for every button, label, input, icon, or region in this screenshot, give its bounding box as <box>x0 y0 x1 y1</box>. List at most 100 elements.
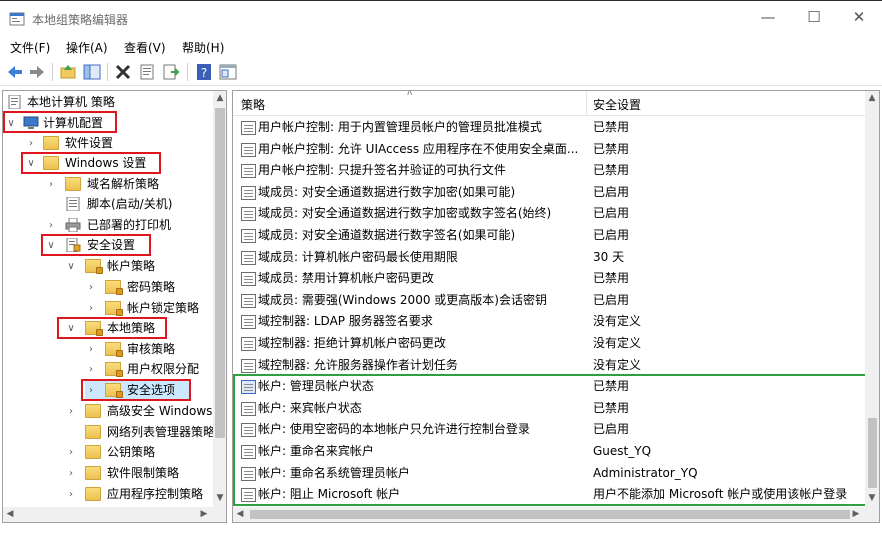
policy-row[interactable]: 用户帐户控制: 只提升签名并验证的可执行文件 已禁用 <box>233 160 867 182</box>
group-policy-app-icon <box>9 12 25 26</box>
folder-icon <box>43 136 59 150</box>
list-vertical-scrollbar[interactable]: ▲ ▼ <box>865 91 879 507</box>
policy-name: 域成员: 禁用计算机帐户密码更改 <box>258 271 434 286</box>
chevron-right-icon[interactable]: › <box>25 133 37 154</box>
chevron-right-icon[interactable]: › <box>45 174 57 195</box>
policy-list[interactable]: ∧ 策略 安全设置 用户帐户控制: 用于内置管理员帐户的管理员批准模式 已禁用 用… <box>232 90 880 523</box>
policy-name: 用户帐户控制: 允许 UIAccess 应用程序在不使用安全桌面... <box>258 141 579 156</box>
tree-item-label: 软件设置 <box>65 136 114 150</box>
folder-icon <box>85 445 101 459</box>
chevron-right-icon[interactable]: › <box>65 484 77 505</box>
policy-row[interactable]: 域控制器: 拒绝计算机帐户密码更改 没有定义 <box>233 333 867 355</box>
maximize-button[interactable]: ☐ <box>791 1 837 35</box>
scroll-down-icon[interactable]: ▼ <box>213 493 226 503</box>
highlight-box <box>233 374 867 506</box>
minimize-button[interactable]: — <box>745 1 791 35</box>
policy-row[interactable]: 域成员: 需要强(Windows 2000 或更高版本)会话密钥 已启用 <box>233 290 867 312</box>
policy-setting-icon <box>241 293 256 308</box>
column-header-setting[interactable]: 安全设置 <box>593 96 641 113</box>
tree-item-label: 密码策略 <box>127 280 176 294</box>
chevron-right-icon[interactable]: › <box>85 359 97 380</box>
show-hide-tree-icon[interactable] <box>82 62 102 82</box>
policy-row[interactable]: 域成员: 对安全通道数据进行数字加密或数字签名(始终) 已启用 <box>233 203 867 225</box>
export-list-icon[interactable] <box>161 62 181 82</box>
tree-item-label: 审核策略 <box>127 342 176 356</box>
console-icon[interactable] <box>218 62 238 82</box>
highlight-box <box>41 234 151 256</box>
policy-value: 没有定义 <box>593 314 642 329</box>
policy-row[interactable]: 域成员: 禁用计算机帐户密码更改 已禁用 <box>233 268 867 290</box>
chevron-right-icon[interactable]: › <box>65 442 77 463</box>
script-icon <box>66 197 80 211</box>
help-icon[interactable]: ? <box>194 62 214 82</box>
list-header: ∧ 策略 安全设置 <box>233 91 867 116</box>
title-bar: 本地组策略编辑器 — ☐ ✕ <box>0 0 882 36</box>
chevron-right-icon[interactable]: › <box>85 339 97 360</box>
policy-name: 域控制器: 允许服务器操作者计划任务 <box>258 357 458 372</box>
tree-item-label: 脚本(启动/关机) <box>87 197 173 211</box>
tree-vertical-scrollbar[interactable]: ▲ ▼ <box>213 91 226 507</box>
forward-arrow-icon[interactable] <box>27 62 47 82</box>
scroll-left-icon[interactable]: ◀ <box>3 509 17 519</box>
policy-row[interactable]: 域控制器: 允许服务器操作者计划任务 没有定义 <box>233 355 867 377</box>
policy-row[interactable]: 用户帐户控制: 允许 UIAccess 应用程序在不使用安全桌面... 已禁用 <box>233 139 867 161</box>
policy-document-icon <box>8 95 21 109</box>
policy-setting-icon <box>241 142 256 157</box>
highlight-box <box>57 317 167 339</box>
list-horizontal-scrollbar[interactable]: ◀ ▶ <box>233 507 879 522</box>
tree-item-label: 用户权限分配 <box>127 362 200 376</box>
folder-icon <box>85 404 101 418</box>
policy-value: 已启用 <box>593 206 630 221</box>
policy-name: 用户帐户控制: 只提升签名并验证的可执行文件 <box>258 163 506 178</box>
policy-setting-icon <box>241 337 256 351</box>
policy-value: 已启用 <box>593 292 630 307</box>
menu-file[interactable]: 文件(F) <box>10 39 50 56</box>
folder-icon <box>85 425 101 439</box>
policy-setting-icon <box>241 164 256 179</box>
scroll-right-icon[interactable]: ▶ <box>849 509 863 519</box>
chevron-right-icon[interactable]: › <box>65 463 77 484</box>
up-folder-icon[interactable] <box>58 62 78 82</box>
scroll-down-icon[interactable]: ▼ <box>865 493 879 503</box>
chevron-right-icon[interactable]: › <box>85 277 97 298</box>
delete-icon[interactable] <box>113 62 133 82</box>
svg-text:?: ? <box>201 66 207 80</box>
console-tree[interactable]: 本地计算机 策略 ∨ 计算机配置 › 软件设置 ∨ Windows 设置 › 域… <box>2 90 227 523</box>
policy-row[interactable]: 用户帐户控制: 用于内置管理员帐户的管理员批准模式 已禁用 <box>233 117 867 139</box>
tree-horizontal-scrollbar[interactable]: ◀ ▶ <box>3 507 226 522</box>
highlight-box <box>3 111 117 133</box>
policy-row[interactable]: 域成员: 对安全通道数据进行数字加密(如果可能) 已启用 <box>233 182 867 204</box>
close-button[interactable]: ✕ <box>836 1 882 35</box>
chevron-right-icon[interactable]: › <box>45 215 57 236</box>
chevron-right-icon[interactable]: › <box>85 298 97 319</box>
scroll-right-icon[interactable]: ▶ <box>197 509 211 519</box>
tree-item-label: 帐户锁定策略 <box>127 301 200 315</box>
policy-row[interactable]: 域控制器: LDAP 服务器签名要求 没有定义 <box>233 311 867 333</box>
policy-setting-icon <box>241 207 256 222</box>
policy-row[interactable]: 域成员: 计算机帐户密码最长使用期限 30 天 <box>233 247 867 269</box>
policy-setting-icon <box>241 121 256 135</box>
policy-setting-icon <box>241 229 256 243</box>
menu-help[interactable]: 帮助(H) <box>182 39 224 56</box>
menu-view[interactable]: 查看(V) <box>124 39 166 56</box>
policy-setting-icon <box>241 358 256 373</box>
menu-action[interactable]: 操作(A) <box>66 39 108 56</box>
column-header-policy[interactable]: 策略 <box>241 96 265 113</box>
policy-value: 已禁用 <box>593 271 630 286</box>
locked-folder-icon <box>85 259 103 274</box>
highlight-box <box>21 152 161 174</box>
tree-root-label: 本地计算机 策略 <box>27 95 115 109</box>
scroll-left-icon[interactable]: ◀ <box>233 509 247 519</box>
menu-bar: 文件(F) 操作(A) 查看(V) 帮助(H) <box>0 36 882 58</box>
policy-row[interactable]: 域成员: 对安全通道数据进行数字签名(如果可能) 已启用 <box>233 225 867 247</box>
chevron-right-icon[interactable]: › <box>65 401 77 422</box>
scroll-up-icon[interactable]: ▲ <box>865 93 879 103</box>
policy-name: 域成员: 计算机帐户密码最长使用期限 <box>258 249 458 264</box>
back-arrow-icon[interactable] <box>5 62 25 82</box>
scroll-up-icon[interactable]: ▲ <box>213 93 226 103</box>
chevron-down-icon[interactable]: ∨ <box>65 256 77 277</box>
scrollbar-thumb[interactable] <box>215 108 225 438</box>
scrollbar-thumb[interactable] <box>868 418 877 488</box>
properties-icon[interactable] <box>137 62 157 82</box>
scrollbar-thumb[interactable] <box>250 510 850 519</box>
